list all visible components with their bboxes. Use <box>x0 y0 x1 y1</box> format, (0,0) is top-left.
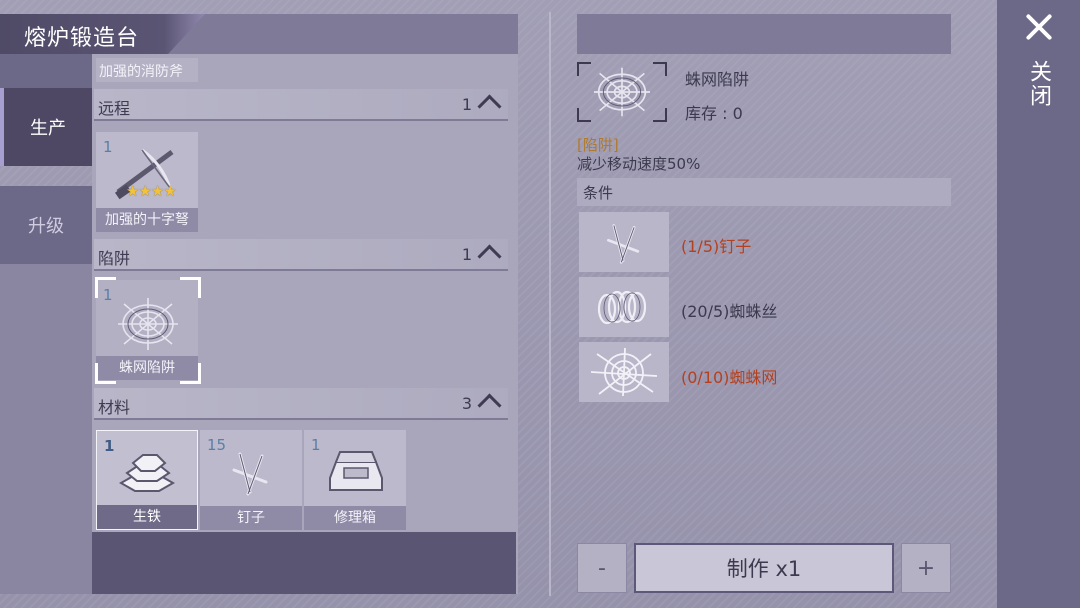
iron-ingot-icon <box>118 454 176 492</box>
section-label: 材料 <box>98 398 131 417</box>
section-count: 3 <box>461 394 472 413</box>
list-item-crossbow[interactable]: 1 ★★★★ 加强的十字弩 <box>96 132 198 232</box>
list-item-spiderweb-trap[interactable]: 1 蛛网陷阱 <box>95 277 201 384</box>
page-title: 熔炉锻造台 <box>24 26 140 51</box>
panel-divider <box>549 12 551 596</box>
list-item-repair-kit[interactable]: 1 修理箱 <box>304 430 406 530</box>
nails-icon <box>232 452 268 496</box>
close-label[interactable]: 关闭 <box>1026 60 1054 108</box>
requirement-spider-silk-text: (20/5)蜘蛛丝 <box>681 302 778 321</box>
item-count: 15 <box>207 436 227 454</box>
tab-upgrade[interactable]: 升级 <box>0 186 92 264</box>
spiderweb-trap-icon <box>594 67 650 117</box>
decrease-button[interactable]: - <box>577 543 627 593</box>
decrease-label: - <box>598 555 606 581</box>
section-header-ranged[interactable]: 远程 1 <box>94 89 508 121</box>
chevron-up-icon <box>477 393 502 418</box>
section-label: 陷阱 <box>98 249 131 268</box>
detail-item-frame <box>577 62 667 122</box>
section-label: 远程 <box>98 99 131 118</box>
section-count: 1 <box>461 95 472 114</box>
chevron-up-icon <box>477 94 502 119</box>
spider-web-icon <box>590 347 658 397</box>
section-header-traps[interactable]: 陷阱 1 <box>94 239 508 271</box>
selection-corner <box>180 363 201 384</box>
item-name: 加强的消防斧 <box>99 64 183 80</box>
side-tabs-filler <box>0 264 92 594</box>
side-tabs-top <box>0 54 92 88</box>
item-name: 钉子 <box>200 506 302 530</box>
spider-silk-icon <box>597 290 647 325</box>
tab-production-label: 生产 <box>30 118 66 139</box>
detail-stock: 库存 : 0 <box>685 104 743 123</box>
craft-button[interactable]: 制作 x1 <box>634 543 894 593</box>
section-count: 1 <box>461 245 472 264</box>
list-item-partial[interactable]: 加强的消防斧 <box>96 58 198 82</box>
item-name: 生铁 <box>97 505 197 529</box>
requirement-nails[interactable] <box>579 212 669 272</box>
craft-label: 制作 x1 <box>726 557 802 581</box>
detail-item-name: 蛛网陷阱 <box>685 70 750 89</box>
item-count: 1 <box>311 436 321 454</box>
selection-corner <box>180 277 201 298</box>
list-item-iron[interactable]: 1 生铁 <box>96 430 198 530</box>
detail-category: [陷阱] <box>577 136 619 154</box>
detail-header-bar <box>577 14 951 54</box>
rating-stars: ★★★★ <box>126 182 177 200</box>
item-name: 修理箱 <box>304 506 406 530</box>
increase-button[interactable]: + <box>901 543 951 593</box>
requirement-spider-web[interactable] <box>579 342 669 402</box>
tab-production[interactable]: 生产 <box>0 88 92 166</box>
selection-corner <box>95 277 116 298</box>
nails-icon <box>606 224 640 264</box>
repair-kit-icon <box>329 451 383 491</box>
requirement-spider-silk[interactable] <box>579 277 669 337</box>
requirement-nails-text: (1/5)钉子 <box>681 237 752 256</box>
spiderweb-trap-icon <box>118 298 178 350</box>
list-item-nails[interactable]: 15 钉子 <box>200 430 302 530</box>
tab-upgrade-label: 升级 <box>28 216 64 237</box>
conditions-header: 条件 <box>577 178 951 206</box>
increase-label: + <box>916 555 936 581</box>
requirement-spider-web-text: (0/10)蜘蛛网 <box>681 368 778 387</box>
detail-description: 减少移动速度50% <box>577 155 701 173</box>
conditions-label: 条件 <box>583 184 614 202</box>
chevron-up-icon <box>477 244 502 269</box>
item-name: 加强的十字弩 <box>96 208 198 232</box>
close-icon[interactable] <box>1022 10 1056 44</box>
item-count: 1 <box>104 437 115 455</box>
selection-corner <box>95 363 116 384</box>
section-header-materials[interactable]: 材料 3 <box>94 388 508 420</box>
list-footer <box>92 532 516 594</box>
